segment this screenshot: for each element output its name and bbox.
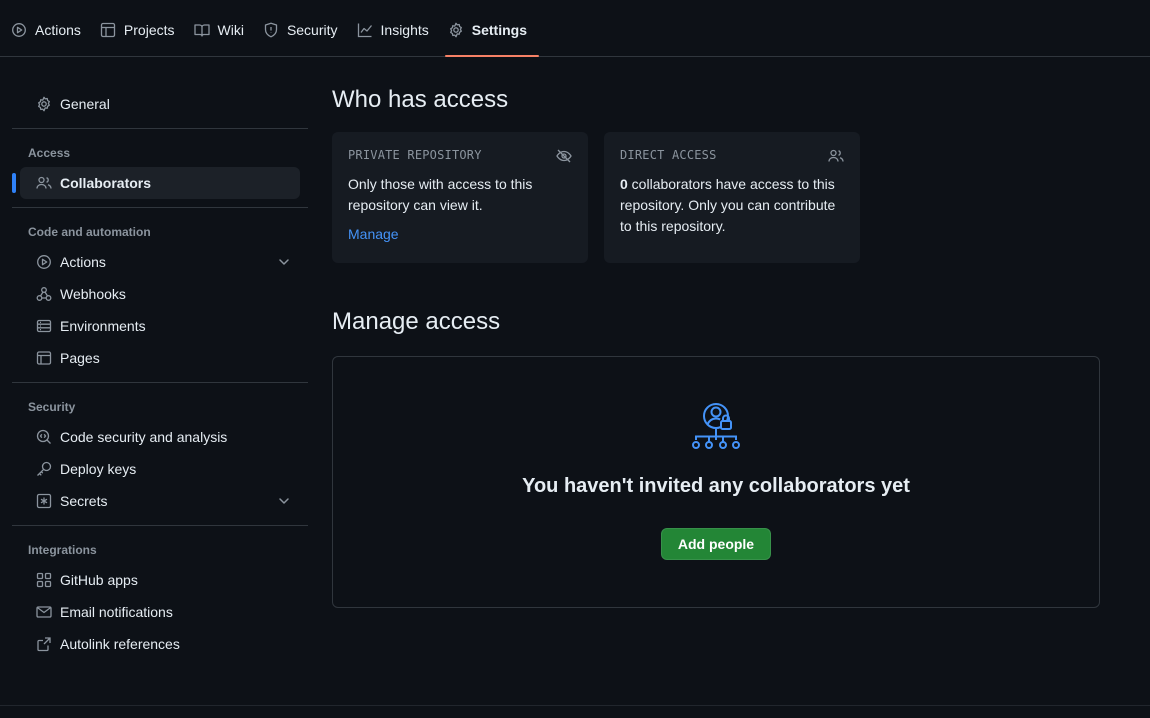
access-cards: PRIVATE REPOSITORY Only those with acces…: [332, 132, 1100, 263]
sidebar-item-code-security[interactable]: Code security and analysis: [20, 421, 300, 453]
card-text-rest: collaborators have access to this reposi…: [620, 176, 836, 234]
sidebar-item-actions[interactable]: Actions: [20, 246, 300, 278]
server-icon: [36, 318, 52, 334]
mail-icon: [36, 604, 52, 620]
section-heading-access: Access: [28, 146, 71, 160]
sidebar-item-label: Code security and analysis: [60, 429, 228, 445]
collaborator-lock-icon: [690, 401, 742, 451]
sidebar-item-label: Deploy keys: [60, 461, 137, 477]
tab-label: Wiki: [217, 22, 244, 38]
play-icon: [36, 254, 52, 270]
graph-icon: [357, 22, 373, 38]
collaborator-count: 0: [620, 176, 628, 192]
who-has-access-title: Who has access: [332, 86, 509, 113]
private-repository-card: PRIVATE REPOSITORY Only those with acces…: [332, 132, 588, 263]
chevron-down-icon[interactable]: [276, 254, 292, 270]
sidebar-item-label: Pages: [60, 350, 100, 366]
footer-divider: [0, 705, 1150, 706]
gear-icon: [36, 96, 52, 112]
book-icon: [193, 22, 210, 38]
card-label: DIRECT ACCESS: [620, 148, 717, 162]
main-content: Who has access PRIVATE REPOSITORY Only t…: [332, 84, 1100, 608]
add-people-button[interactable]: Add people: [661, 528, 771, 560]
browser-icon: [36, 350, 52, 366]
sidebar-item-deploy-keys[interactable]: Deploy keys: [20, 453, 300, 485]
people-icon: [828, 148, 844, 164]
apps-icon: [36, 572, 52, 588]
sidebar-item-label: Actions: [60, 254, 106, 270]
sidebar-item-general[interactable]: General: [20, 88, 300, 120]
tab-settings[interactable]: Settings: [444, 8, 540, 57]
card-label: PRIVATE REPOSITORY: [348, 148, 482, 162]
cross-reference-icon: [36, 636, 52, 652]
section-heading-code: Code and automation: [28, 225, 151, 239]
empty-state-box: You haven't invited any collaborators ye…: [332, 356, 1100, 608]
sidebar-item-label: Secrets: [60, 493, 108, 509]
play-icon: [11, 22, 27, 38]
tab-label: Actions: [35, 22, 81, 38]
sidebar-item-webhooks[interactable]: Webhooks: [20, 278, 300, 310]
repo-tabs: Actions Projects Wiki Security Insights …: [0, 0, 1150, 57]
sidebar-item-collaborators[interactable]: Collaborators: [12, 167, 300, 199]
divider: [12, 525, 308, 526]
gear-icon: [448, 22, 464, 38]
sidebar-item-pages[interactable]: Pages: [20, 342, 300, 374]
card-text: Only those with access to this repositor…: [348, 176, 533, 213]
sidebar-item-label: Autolink references: [60, 636, 180, 652]
sidebar-item-environments[interactable]: Environments: [20, 310, 300, 342]
sidebar-item-label: Webhooks: [60, 286, 126, 302]
tab-insights[interactable]: Insights: [354, 8, 441, 56]
settings-sidebar: General Access Collaborators Code and au…: [12, 88, 308, 660]
tab-label: Settings: [471, 22, 527, 38]
tab-projects[interactable]: Projects: [97, 8, 187, 56]
codescan-icon: [36, 429, 52, 445]
empty-state-title: You haven't invited any collaborators ye…: [522, 475, 910, 497]
people-icon: [36, 175, 52, 191]
asterisk-box-icon: [36, 493, 52, 509]
direct-access-card: DIRECT ACCESS 0 collaborators have acces…: [604, 132, 860, 263]
sidebar-item-secrets[interactable]: Secrets: [20, 485, 300, 517]
manage-access-title: Manage access: [332, 308, 501, 335]
key-icon: [36, 461, 52, 477]
section-heading-security: Security: [28, 400, 76, 414]
sidebar-item-github-apps[interactable]: GitHub apps: [20, 564, 300, 596]
tab-wiki[interactable]: Wiki: [191, 8, 256, 56]
chevron-down-icon[interactable]: [276, 493, 292, 509]
divider: [12, 207, 308, 208]
shield-icon: [263, 22, 279, 38]
tab-label: Security: [286, 22, 338, 38]
webhook-icon: [36, 286, 52, 302]
tab-label: Projects: [123, 22, 175, 38]
tab-security[interactable]: Security: [260, 8, 350, 56]
tab-actions[interactable]: Actions: [8, 8, 93, 56]
eye-closed-icon: [556, 148, 572, 164]
sidebar-item-label: Email notifications: [60, 604, 173, 620]
section-heading-integrations: Integrations: [28, 543, 97, 557]
sidebar-item-email-notifications[interactable]: Email notifications: [20, 596, 300, 628]
table-icon: [100, 22, 116, 38]
sidebar-item-label: Collaborators: [60, 175, 152, 191]
sidebar-item-autolink-references[interactable]: Autolink references: [20, 628, 300, 660]
divider: [12, 382, 308, 383]
sidebar-item-label: Environments: [60, 318, 146, 334]
card-text: 0 collaborators have access to this repo…: [620, 174, 844, 237]
sidebar-item-label: GitHub apps: [60, 572, 138, 588]
tab-label: Insights: [380, 22, 429, 38]
sidebar-item-label: General: [60, 96, 110, 112]
divider: [12, 128, 308, 129]
manage-link[interactable]: Manage: [348, 226, 572, 242]
